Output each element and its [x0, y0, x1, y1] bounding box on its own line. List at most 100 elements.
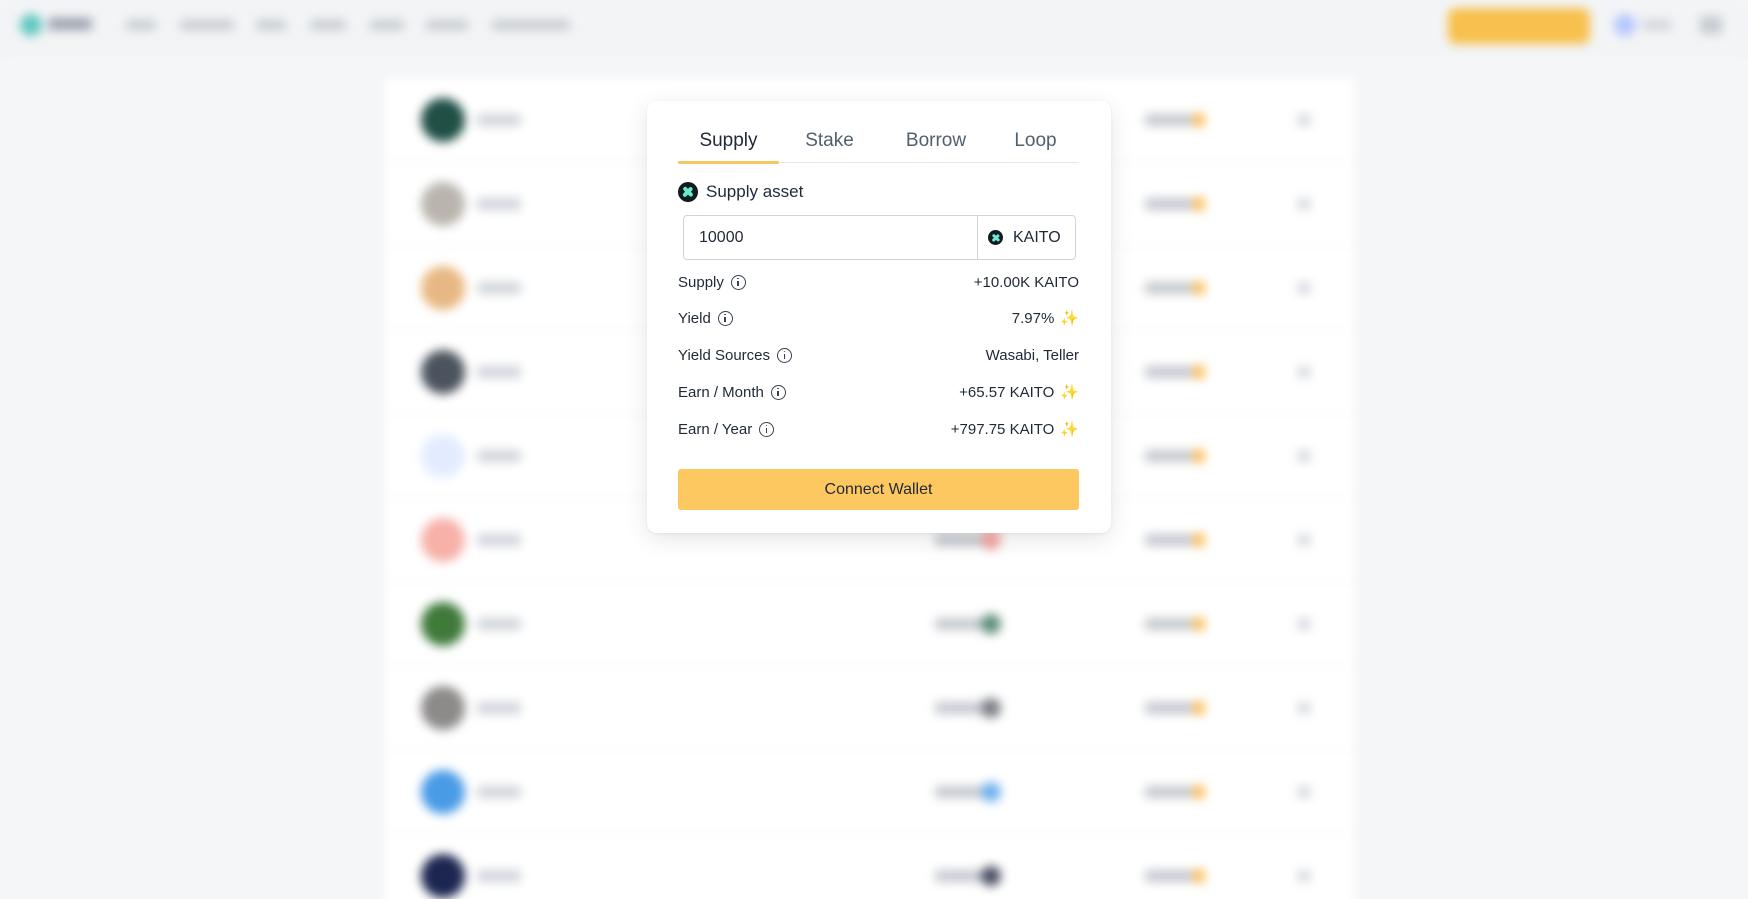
token-symbol: KAITO — [1013, 228, 1061, 246]
yield-label: Yield — [678, 309, 711, 327]
nav-item — [126, 20, 156, 30]
asset-logo — [421, 434, 465, 478]
top-navigation-bar — [0, 0, 1748, 52]
asset-logo — [421, 770, 465, 814]
supply-asset-label: Supply asset — [706, 182, 804, 201]
apy-value — [1145, 282, 1193, 294]
info-icon[interactable] — [717, 310, 733, 326]
asset-name — [477, 870, 521, 882]
info-icon[interactable] — [777, 347, 792, 363]
row-chevron-icon — [1297, 282, 1311, 294]
apy-value — [1145, 114, 1193, 126]
app-logo — [20, 14, 42, 36]
row-chevron-icon — [1297, 114, 1311, 126]
amount-input[interactable] — [684, 216, 977, 259]
sparkle-icon — [1193, 701, 1205, 715]
asset-name — [477, 786, 521, 798]
chain-icon — [981, 866, 1001, 886]
apy-value — [1145, 870, 1193, 882]
asset-name — [477, 366, 521, 378]
row-chevron-icon — [1297, 786, 1311, 798]
supply-value — [935, 702, 987, 714]
earn-year-label: Earn / Year — [678, 420, 753, 438]
supply-modal: Supply Stake Borrow Loop Supply asset KA… — [647, 101, 1111, 533]
amount-field-group: KAITO — [683, 215, 1076, 260]
table-row — [385, 834, 1355, 899]
kaito-token-icon — [678, 182, 698, 202]
supply-asset-header: Supply asset — [678, 181, 803, 203]
row-chevron-icon — [1297, 870, 1311, 882]
network-chip — [1614, 14, 1636, 36]
tab-loop[interactable]: Loop — [992, 123, 1079, 163]
connect-wallet-button[interactable]: Connect Wallet — [678, 469, 1079, 510]
sparkle-icon — [1193, 281, 1205, 295]
earn-year-value: +797.75 KAITO — [950, 420, 1055, 438]
header-action-button — [1448, 8, 1590, 44]
yield-row: Yield 7.97% ✨ — [678, 306, 1079, 330]
token-selector[interactable]: KAITO — [977, 216, 1075, 259]
yield-sources-label: Yield Sources — [678, 346, 770, 364]
table-row — [385, 582, 1355, 666]
asset-logo — [421, 98, 465, 142]
info-icon[interactable] — [730, 274, 746, 290]
row-chevron-icon — [1297, 534, 1311, 546]
asset-logo — [421, 686, 465, 730]
chain-icon — [981, 698, 1001, 718]
asset-name — [477, 450, 521, 462]
asset-logo — [421, 350, 465, 394]
asset-logo — [421, 854, 465, 898]
sparkle-icon — [1193, 869, 1205, 883]
app-logo-text — [48, 18, 92, 30]
supply-label: Supply — [678, 273, 724, 291]
sparkle-icon — [1193, 449, 1205, 463]
asset-logo — [421, 518, 465, 562]
nav-item — [310, 20, 346, 30]
asset-name — [477, 618, 521, 630]
yield-sources-row: Yield Sources Wasabi, Teller — [678, 343, 1079, 367]
tab-borrow[interactable]: Borrow — [880, 123, 992, 163]
sparkle-icon — [1193, 785, 1205, 799]
sparkle-icon — [1193, 617, 1205, 631]
network-chip-label — [1642, 20, 1672, 30]
nav-item — [426, 20, 468, 30]
row-chevron-icon — [1297, 702, 1311, 714]
asset-name — [477, 534, 521, 546]
chain-icon — [981, 530, 1001, 550]
row-chevron-icon — [1297, 198, 1311, 210]
action-tabs: Supply Stake Borrow Loop — [678, 123, 1079, 164]
info-icon[interactable] — [759, 421, 775, 437]
chain-icon — [981, 782, 1001, 802]
apy-value — [1145, 198, 1193, 210]
table-row — [385, 750, 1355, 834]
sparkle-icon — [1193, 533, 1205, 547]
sparkle-icon — [1193, 197, 1205, 211]
asset-logo — [421, 602, 465, 646]
info-icon[interactable] — [770, 384, 786, 400]
supply-value: +10.00K KAITO — [973, 273, 1079, 291]
row-chevron-icon — [1297, 450, 1311, 462]
nav-item — [256, 20, 286, 30]
asset-name — [477, 114, 521, 126]
kaito-token-icon — [988, 230, 1003, 245]
table-row — [385, 666, 1355, 750]
yield-value: 7.97% — [1011, 309, 1055, 327]
supply-value — [935, 534, 987, 546]
tab-stake[interactable]: Stake — [779, 123, 880, 163]
asset-logo — [421, 266, 465, 310]
supply-value — [935, 786, 987, 798]
asset-logo — [421, 182, 465, 226]
apy-value — [1145, 534, 1193, 546]
tab-supply[interactable]: Supply — [678, 123, 779, 164]
sparkle-icon: ✨ — [1060, 383, 1079, 401]
sparkle-icon: ✨ — [1060, 309, 1079, 327]
apy-value — [1145, 702, 1193, 714]
apy-value — [1145, 366, 1193, 378]
supply-value — [935, 618, 987, 630]
apy-value — [1145, 786, 1193, 798]
earn-year-row: Earn / Year +797.75 KAITO ✨ — [678, 417, 1079, 441]
sparkle-icon: ✨ — [1060, 420, 1079, 438]
asset-name — [477, 198, 521, 210]
row-chevron-icon — [1297, 618, 1311, 630]
apy-value — [1145, 618, 1193, 630]
earn-month-row: Earn / Month +65.57 KAITO ✨ — [678, 380, 1079, 404]
